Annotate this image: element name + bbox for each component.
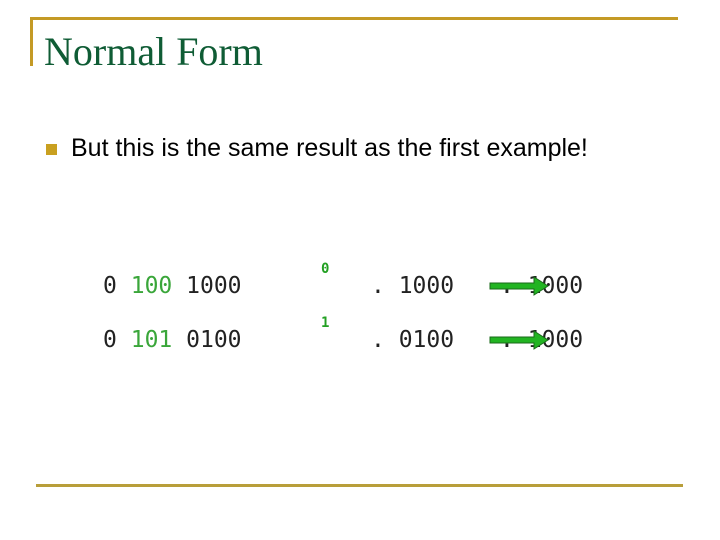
binary-row-2: 0 101 0100 bbox=[103, 326, 242, 354]
hidden-bit: 0 bbox=[321, 261, 330, 277]
sign-bit: 0 bbox=[103, 273, 117, 299]
hidden-bit: 1 bbox=[321, 315, 330, 331]
exponent-bits: 101 bbox=[130, 327, 173, 353]
left-rule bbox=[30, 17, 33, 66]
arrow-right-icon bbox=[489, 330, 549, 350]
mantissa-bits: 1000 bbox=[186, 273, 242, 299]
slide-title: Normal Form bbox=[44, 29, 263, 74]
square-bullet-icon bbox=[46, 144, 57, 155]
arrow-right-icon bbox=[489, 276, 549, 296]
top-rule bbox=[30, 17, 678, 20]
bottom-rule bbox=[36, 484, 683, 487]
sign-bit: 0 bbox=[103, 327, 117, 353]
fraction-value: . 0100 bbox=[371, 327, 455, 353]
fraction-value: . 1000 bbox=[371, 273, 455, 299]
binary-row-1: 0 100 1000 bbox=[103, 272, 242, 300]
exponent-bits: 100 bbox=[130, 273, 173, 299]
mantissa-bits: 0100 bbox=[186, 327, 242, 353]
bullet-text: But this is the same result as the first… bbox=[71, 134, 588, 162]
